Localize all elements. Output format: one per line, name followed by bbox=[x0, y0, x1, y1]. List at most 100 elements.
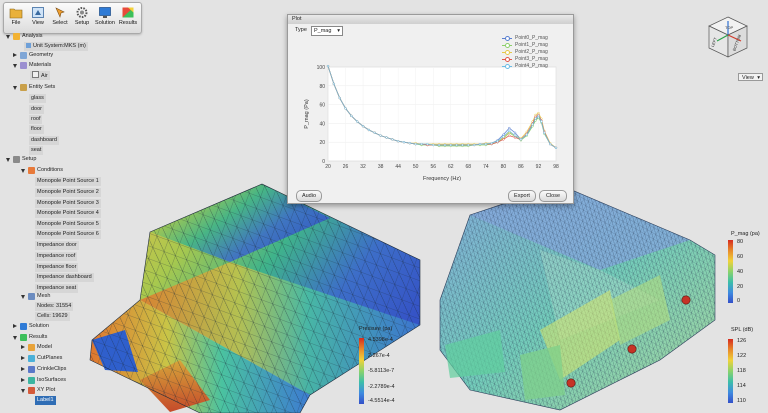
cutplanes-label: CutPlanes bbox=[37, 355, 63, 361]
series-point bbox=[367, 128, 371, 132]
series-point bbox=[373, 131, 376, 134]
tree-air[interactable]: Air bbox=[30, 71, 50, 80]
conditions-icon bbox=[28, 167, 35, 174]
cutplanes-icon bbox=[28, 355, 35, 362]
series-point bbox=[543, 131, 546, 134]
select-label: Select bbox=[52, 20, 68, 26]
condition-item[interactable]: Impedance door bbox=[35, 241, 79, 250]
series-point bbox=[414, 142, 417, 146]
view-dropdown[interactable]: View ▾ bbox=[738, 73, 763, 81]
mesh-icon bbox=[28, 293, 35, 300]
series-point bbox=[449, 143, 452, 147]
condition-item[interactable]: Monopole Point Source 1 bbox=[35, 177, 101, 186]
view-button[interactable]: View bbox=[28, 5, 48, 32]
condition-item[interactable]: Monopole Point Source 6 bbox=[35, 230, 101, 239]
pressure-colorbar bbox=[359, 338, 364, 404]
series-point bbox=[537, 114, 540, 118]
mesh-label: Mesh bbox=[37, 293, 51, 299]
main-toolbar: File View Select Setup Solution Results bbox=[3, 2, 142, 34]
x-tick-label: 62 bbox=[448, 164, 454, 170]
plot-dialog-title: Plot bbox=[288, 15, 573, 24]
entity-item[interactable]: roof bbox=[29, 115, 43, 124]
entity-item[interactable]: seat bbox=[29, 146, 44, 155]
series-point bbox=[385, 136, 388, 139]
export-button[interactable]: Export bbox=[508, 190, 536, 202]
spl-label: 110 bbox=[737, 398, 746, 404]
spl-label: 114 bbox=[737, 383, 746, 389]
condition-item[interactable]: Impedance dashboard bbox=[35, 273, 94, 282]
series-point bbox=[502, 133, 505, 136]
results-tree-label: Results bbox=[29, 334, 48, 340]
pressure-label: -4.5514e-4 bbox=[368, 398, 395, 404]
analysis-icon bbox=[13, 33, 20, 40]
file-label: File bbox=[11, 20, 21, 26]
isosurfaces-label: IsoSurfaces bbox=[37, 377, 67, 383]
tree-selected-label1[interactable]: Label1 bbox=[35, 396, 56, 405]
entity-item[interactable]: glass bbox=[29, 94, 46, 103]
file-button[interactable]: File bbox=[6, 5, 26, 32]
condition-item[interactable]: Monopole Point Source 5 bbox=[35, 220, 101, 229]
results-label: Results bbox=[118, 20, 138, 26]
x-tick-label: 44 bbox=[395, 164, 401, 170]
condition-item[interactable]: Monopole Point Source 3 bbox=[35, 199, 101, 208]
spl-label: 126 bbox=[737, 338, 747, 344]
x-tick-label: 74 bbox=[483, 164, 489, 170]
series-point bbox=[467, 143, 470, 147]
unit-icon bbox=[26, 43, 31, 48]
series-point bbox=[508, 129, 511, 133]
series-point bbox=[397, 140, 400, 143]
spl-label: 118 bbox=[737, 368, 746, 374]
orientation-cube[interactable]: TOP LEFT BOTTOM bbox=[705, 14, 751, 60]
pmag-colorbar-title: P_mag (pa) bbox=[731, 231, 760, 237]
x-tick-label: 80 bbox=[501, 164, 507, 170]
pressure-label: -2.2789e-4 bbox=[368, 384, 395, 390]
pmag-label: 20 bbox=[737, 284, 744, 290]
xyplot-icon bbox=[28, 387, 35, 394]
select-button[interactable]: Select bbox=[50, 5, 70, 32]
condition-item[interactable]: Monopole Point Source 2 bbox=[35, 188, 101, 197]
setup-button[interactable]: Setup bbox=[72, 5, 92, 32]
entity-item[interactable]: dashboard bbox=[29, 136, 59, 145]
condition-item[interactable]: Monopole Point Source 4 bbox=[35, 209, 101, 218]
y-axis-label: P_mag (Pa) bbox=[304, 99, 310, 129]
plot-area bbox=[327, 66, 557, 162]
tree-unit-system[interactable]: Unit System:MKS (m) bbox=[24, 42, 88, 51]
type-label: Type bbox=[295, 27, 307, 33]
analysis-label: Analysis bbox=[22, 33, 43, 39]
legend-marker bbox=[505, 36, 510, 41]
close-button[interactable]: Close bbox=[539, 190, 567, 202]
series-point bbox=[513, 134, 517, 137]
air-icon bbox=[32, 71, 39, 78]
spl-colorbar bbox=[728, 339, 733, 403]
condition-item[interactable]: Impedance floor bbox=[35, 263, 79, 272]
series-point bbox=[478, 142, 482, 146]
type-select-value: P_mag bbox=[314, 28, 332, 34]
xyplot-label: XY Plot bbox=[37, 387, 56, 393]
solution-button[interactable]: Solution bbox=[95, 5, 115, 32]
audio-button[interactable]: Audio bbox=[296, 190, 322, 202]
mesh-cells: Cells: 19629 bbox=[35, 312, 70, 321]
pmag-label: 0 bbox=[737, 298, 741, 304]
series-point bbox=[350, 114, 353, 118]
series-point bbox=[391, 138, 394, 141]
condition-item[interactable]: Impedance roof bbox=[35, 252, 78, 261]
type-select[interactable]: P_mag ▾ bbox=[311, 26, 343, 36]
y-tick-label: 80 bbox=[319, 84, 325, 90]
series-point bbox=[338, 96, 341, 100]
legend-marker bbox=[505, 57, 510, 62]
folder-icon bbox=[9, 8, 23, 19]
geometry-icon bbox=[20, 52, 27, 59]
results-tree-icon bbox=[20, 334, 27, 341]
series-point bbox=[534, 113, 537, 117]
entity-item[interactable]: floor bbox=[29, 125, 44, 134]
results-button[interactable]: Results bbox=[118, 5, 138, 32]
spl-colorbar-title: SPL (dB) bbox=[731, 327, 754, 333]
series-point bbox=[537, 111, 540, 115]
series-point bbox=[502, 138, 505, 141]
series-point bbox=[519, 138, 523, 141]
setup-label: Setup bbox=[74, 20, 90, 26]
x-tick-label: 86 bbox=[518, 164, 524, 170]
entity-item[interactable]: door bbox=[29, 105, 45, 114]
solution-tree-label: Solution bbox=[29, 323, 49, 329]
spl-label: 122 bbox=[737, 353, 747, 359]
